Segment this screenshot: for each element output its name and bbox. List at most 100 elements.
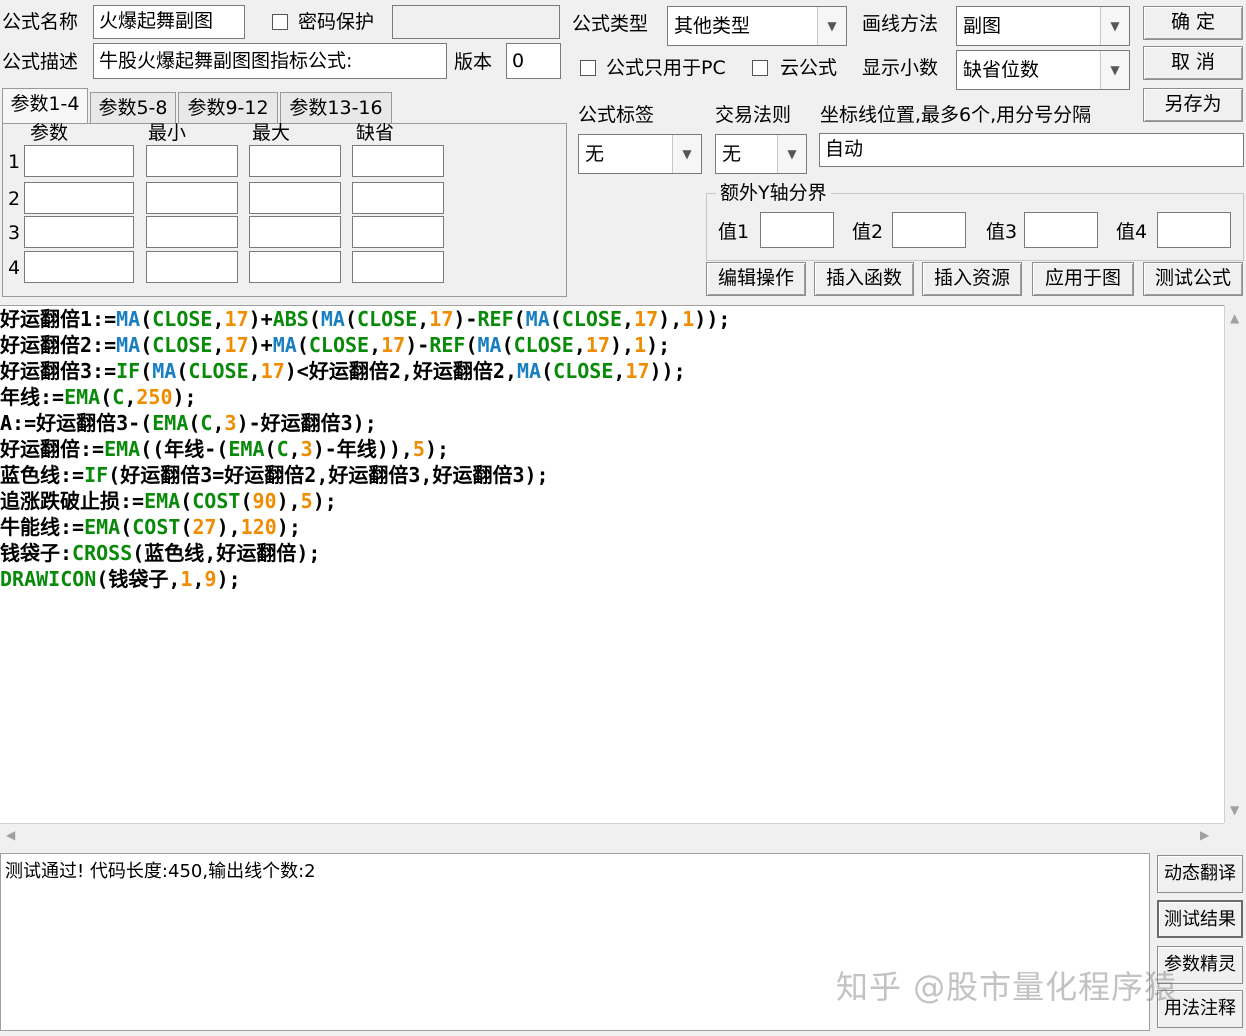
horizontal-scrollbar[interactable]: ◀ ▶ xyxy=(0,823,1224,848)
code-line[interactable]: 年线:=EMA(C,250); xyxy=(0,384,1224,410)
code-token: ( xyxy=(465,333,478,357)
code-token: 3 xyxy=(224,411,237,435)
code-token: ); xyxy=(424,437,450,461)
code-line[interactable]: 钱袋子:CROSS(蓝色线,好运翻倍); xyxy=(0,540,1224,566)
tab-params-1-4[interactable]: 参数1-4 xyxy=(2,88,88,124)
code-token: ( xyxy=(188,411,201,435)
param-3-max[interactable] xyxy=(249,216,341,248)
code-token: )<好运翻倍2,好运翻倍2, xyxy=(284,359,518,383)
tab-params-5-8[interactable]: 参数5-8 xyxy=(90,92,176,124)
code-token: 钱袋子: xyxy=(0,541,73,565)
formula-type-select[interactable]: 其他类型 ▼ xyxy=(667,6,847,46)
param-3-min[interactable] xyxy=(146,216,238,248)
code-token: 120 xyxy=(240,515,277,539)
param-4-default[interactable] xyxy=(352,251,444,283)
draw-method-select[interactable]: 副图 ▼ xyxy=(956,6,1130,46)
param-row-number: 2 xyxy=(8,188,21,210)
value2-input[interactable] xyxy=(892,212,966,248)
save-as-button[interactable]: 另存为 xyxy=(1143,88,1243,122)
password-input[interactable] xyxy=(392,5,560,39)
formula-desc-input[interactable]: 牛股火爆起舞副图图指标公式: xyxy=(93,43,447,79)
code-line[interactable]: DRAWICON(钱袋子,1,9); xyxy=(0,566,1224,592)
code-token: 17 xyxy=(224,333,249,357)
code-line[interactable]: 好运翻倍:=EMA((年线-(EMA(C,3)-年线)),5); xyxy=(0,436,1224,462)
vertical-scrollbar[interactable]: ▲ ▼ xyxy=(1224,305,1246,823)
code-token: 17 xyxy=(224,307,249,331)
tab-params-13-16[interactable]: 参数13-16 xyxy=(280,92,392,124)
scroll-down-icon[interactable]: ▼ xyxy=(1230,803,1239,817)
chevron-down-icon: ▼ xyxy=(817,7,846,45)
code-token: , xyxy=(212,411,225,435)
dynamic-translate-button[interactable]: 动态翻译 xyxy=(1157,855,1243,893)
param-2-min[interactable] xyxy=(146,182,238,214)
code-line[interactable]: 好运翻倍3:=IF(MA(CLOSE,17)<好运翻倍2,好运翻倍2,MA(CL… xyxy=(0,358,1224,384)
code-token: REF xyxy=(429,333,466,357)
cloud-formula-checkbox[interactable] xyxy=(752,60,768,76)
code-token: , xyxy=(369,333,382,357)
code-line[interactable]: 牛能线:=EMA(COST(27),120); xyxy=(0,514,1224,540)
code-token: MA xyxy=(272,333,297,357)
scroll-up-icon[interactable]: ▲ xyxy=(1230,311,1239,325)
insert-function-button[interactable]: 插入函数 xyxy=(814,262,914,296)
scroll-right-icon[interactable]: ▶ xyxy=(1200,828,1209,842)
param-2-default[interactable] xyxy=(352,182,444,214)
param-4-min[interactable] xyxy=(146,251,238,283)
password-checkbox[interactable] xyxy=(272,14,288,30)
scroll-left-icon[interactable]: ◀ xyxy=(6,828,15,842)
code-token: ), xyxy=(609,333,635,357)
chevron-down-icon: ▼ xyxy=(777,135,806,173)
test-result-button[interactable]: 测试结果 xyxy=(1157,900,1243,938)
code-token: IF xyxy=(84,463,109,487)
param-1-min[interactable] xyxy=(146,145,238,177)
code-line[interactable]: 追涨跌破止损:=EMA(COST(90),5); xyxy=(0,488,1224,514)
param-3-default[interactable] xyxy=(352,216,444,248)
param-1-max[interactable] xyxy=(249,145,341,177)
cancel-button[interactable]: 取 消 xyxy=(1143,46,1243,80)
code-token: , xyxy=(573,333,586,357)
edit-operation-button[interactable]: 编辑操作 xyxy=(706,262,806,296)
code-token: CLOSE xyxy=(357,307,418,331)
code-editor[interactable]: 好运翻倍1:=MA(CLOSE,17)+ABS(MA(CLOSE,17)-REF… xyxy=(0,305,1224,824)
param-header-min: 最小 xyxy=(148,122,187,144)
value3-input[interactable] xyxy=(1024,212,1098,248)
code-line[interactable]: 好运翻倍2:=MA(CLOSE,17)+MA(CLOSE,17)-REF(MA(… xyxy=(0,332,1224,358)
chevron-down-icon: ▼ xyxy=(1100,51,1129,89)
version-input[interactable]: 0 xyxy=(506,43,561,79)
code-line[interactable]: A:=好运翻倍3-(EMA(C,3)-好运翻倍3); xyxy=(0,410,1224,436)
param-header-default: 缺省 xyxy=(356,122,395,144)
code-token: ( xyxy=(180,489,193,513)
pc-only-checkbox[interactable] xyxy=(580,60,596,76)
apply-to-chart-button[interactable]: 应用于图 xyxy=(1032,262,1134,296)
code-token: CLOSE xyxy=(188,359,249,383)
code-token: (钱袋子, xyxy=(96,567,181,591)
value4-input[interactable] xyxy=(1157,212,1231,248)
param-4-name[interactable] xyxy=(24,251,134,283)
param-row-number: 4 xyxy=(8,257,21,279)
code-token: MA xyxy=(477,333,502,357)
ok-button[interactable]: 确 定 xyxy=(1143,6,1243,40)
param-4-max[interactable] xyxy=(249,251,341,283)
formula-name-input[interactable]: 火爆起舞副图 xyxy=(93,5,245,39)
param-3-name[interactable] xyxy=(24,216,134,248)
param-2-max[interactable] xyxy=(249,182,341,214)
tab-params-9-12[interactable]: 参数9-12 xyxy=(178,92,278,124)
trade-rule-select[interactable]: 无 ▼ xyxy=(715,134,807,174)
decimals-select[interactable]: 缺省位数 ▼ xyxy=(956,50,1130,90)
param-1-name[interactable] xyxy=(24,145,134,177)
code-token: MA xyxy=(116,333,141,357)
formula-type-label: 公式类型 xyxy=(572,13,649,35)
formula-name-label: 公式名称 xyxy=(2,11,79,33)
param-1-default[interactable] xyxy=(352,145,444,177)
code-token: ( xyxy=(549,307,562,331)
formula-tag-select[interactable]: 无 ▼ xyxy=(578,134,702,174)
insert-resource-button[interactable]: 插入资源 xyxy=(922,262,1022,296)
coord-line-input[interactable]: 自动 xyxy=(819,133,1244,167)
test-formula-button[interactable]: 测试公式 xyxy=(1143,262,1243,296)
code-line[interactable]: 好运翻倍1:=MA(CLOSE,17)+ABS(MA(CLOSE,17)-REF… xyxy=(0,306,1224,332)
value1-input[interactable] xyxy=(760,212,834,248)
param-row-number: 1 xyxy=(8,151,21,173)
param-2-name[interactable] xyxy=(24,182,134,214)
trade-rule-value: 无 xyxy=(722,143,742,165)
code-token: EMA xyxy=(144,489,181,513)
code-line[interactable]: 蓝色线:=IF(好运翻倍3=好运翻倍2,好运翻倍3,好运翻倍3); xyxy=(0,462,1224,488)
